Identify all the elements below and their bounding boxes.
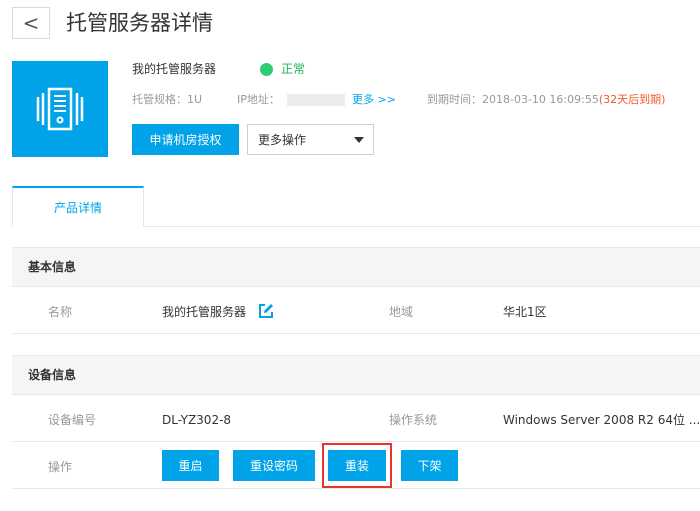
highlight-box [322,443,392,488]
device-id-label: 设备编号 [48,413,97,427]
section-basic-info: 基本信息 [12,247,700,287]
apply-authorization-button[interactable]: 申请机房授权 [132,124,239,155]
more-link[interactable]: 更多 >> [352,92,396,108]
edit-icon[interactable] [258,303,274,319]
back-button[interactable]: < [12,7,50,39]
actions-label: 操作 [48,460,73,474]
expire-warning: (32天后到期) [598,93,666,106]
page-title: 托管服务器详情 [66,11,213,35]
more-operations-dropdown[interactable]: 更多操作 [247,124,374,155]
expire-info: 到期时间：2018-03-10 16:09:55(32天后到期) [427,92,665,108]
device-id-value: DL-YZ302-8 [162,413,232,427]
region-label: 地域 [389,305,414,319]
reset-password-button[interactable]: 重设密码 [233,450,315,481]
os-label: 操作系统 [389,413,438,427]
section-device-info: 设备信息 [12,355,700,395]
spec-text: 托管规格：1U [132,93,203,106]
expire-time: 到期时间：2018-03-10 16:09:55 [427,93,599,106]
status-indicator: 正常 [260,61,305,77]
more-operations-label: 更多操作 [258,133,307,147]
unshelve-button[interactable]: 下架 [401,450,458,481]
name-label: 名称 [48,305,73,319]
table-row [12,287,700,334]
server-name: 我的托管服务器 [132,62,217,76]
chevron-left-icon: < [22,11,40,35]
os-value: Windows Server 2008 R2 64位 ... [503,413,700,427]
restart-button[interactable]: 重启 [162,450,219,481]
status-label: 正常 [281,62,306,76]
tab-product-details[interactable]: 产品详情 [12,186,144,227]
ip-label: IP地址： [237,93,280,106]
status-dot-icon [260,62,273,76]
server-rack-icon [12,61,108,157]
caret-down-icon [354,137,364,143]
name-value: 我的托管服务器 [162,305,247,319]
ip-address-masked [287,94,345,106]
region-value: 华北1区 [503,305,547,319]
